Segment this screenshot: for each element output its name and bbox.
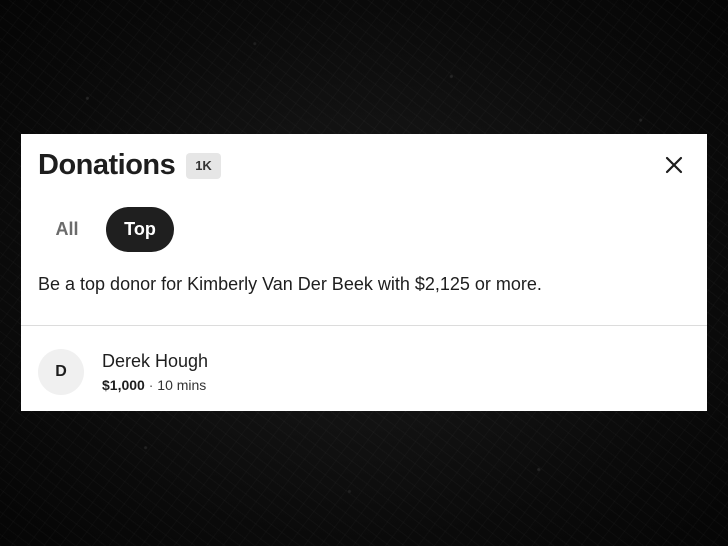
donor-name: Derek Hough <box>102 351 209 371</box>
close-icon <box>665 156 683 174</box>
meta-separator: · <box>144 377 158 393</box>
tab-all[interactable]: All <box>45 207 89 252</box>
donation-count-badge: 1K <box>186 153 221 179</box>
close-button[interactable] <box>661 152 687 178</box>
tab-top[interactable]: Top <box>106 207 174 252</box>
dialog-title: Donations <box>38 149 176 181</box>
donation-time: 10 mins <box>157 377 207 393</box>
top-donor-info: Be a top donor for Kimberly Van Der Beek… <box>38 274 542 294</box>
avatar: D <box>38 349 84 395</box>
donor-list-item: D Derek Hough $1,000 · 10 mins <box>21 326 707 411</box>
donations-dialog: Donations 1K All Top Be a top donor for … <box>21 134 707 411</box>
donation-amount: $1,000 <box>102 377 145 393</box>
donor-meta: $1,000 · 10 mins <box>102 376 206 394</box>
